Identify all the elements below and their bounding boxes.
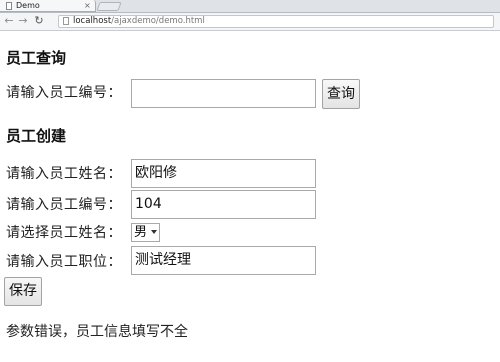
close-icon[interactable]: × [84,0,91,12]
address-text: localhost/ajaxdemo/demo.html [73,16,205,27]
create-id-label: 请输入员工编号： [6,197,122,213]
reload-icon[interactable]: ↻ [33,14,45,28]
url-host: localhost [73,16,112,26]
create-name-label: 请输入员工姓名： [6,166,122,182]
gender-select-value: 男 [134,225,148,240]
gender-select[interactable]: 男 [131,223,160,242]
name-input[interactable]: 欧阳修 [131,159,316,188]
tab-title: Demo [16,1,40,10]
chevron-down-icon [151,230,157,234]
page-icon [63,17,69,25]
query-id-label: 请输入员工编号： [6,85,122,101]
browser-toolbar: ← → ↻ localhost/ajaxdemo/demo.html [0,13,500,31]
address-bar[interactable]: localhost/ajaxdemo/demo.html [58,15,494,28]
page-icon [6,2,12,10]
url-path: /ajaxdemo/demo.html [111,16,205,26]
query-id-input[interactable] [131,79,316,108]
gender-label: 请选择员工姓名： [6,225,122,241]
save-button[interactable]: 保存 [4,277,42,306]
page-content: 员工查询 请输入员工编号： 查询 员工创建 请输入员工姓名： 欧阳修 请输入员工… [0,31,500,362]
employee-id-input[interactable]: 104 [131,190,316,219]
search-button[interactable]: 查询 [322,79,360,109]
back-icon[interactable]: ← [3,14,15,28]
tab-demo[interactable]: Demo × [0,0,96,12]
forward-icon[interactable]: → [17,14,29,28]
tab-bar: Demo × [0,0,500,13]
position-label: 请输入员工职位： [6,254,122,270]
create-section-title: 员工创建 [6,127,67,145]
position-input[interactable]: 测试经理 [131,246,316,275]
query-section-title: 员工查询 [6,49,67,67]
status-message: 参数错误，员工信息填写不全 [6,324,188,340]
new-tab-button[interactable] [96,2,122,11]
